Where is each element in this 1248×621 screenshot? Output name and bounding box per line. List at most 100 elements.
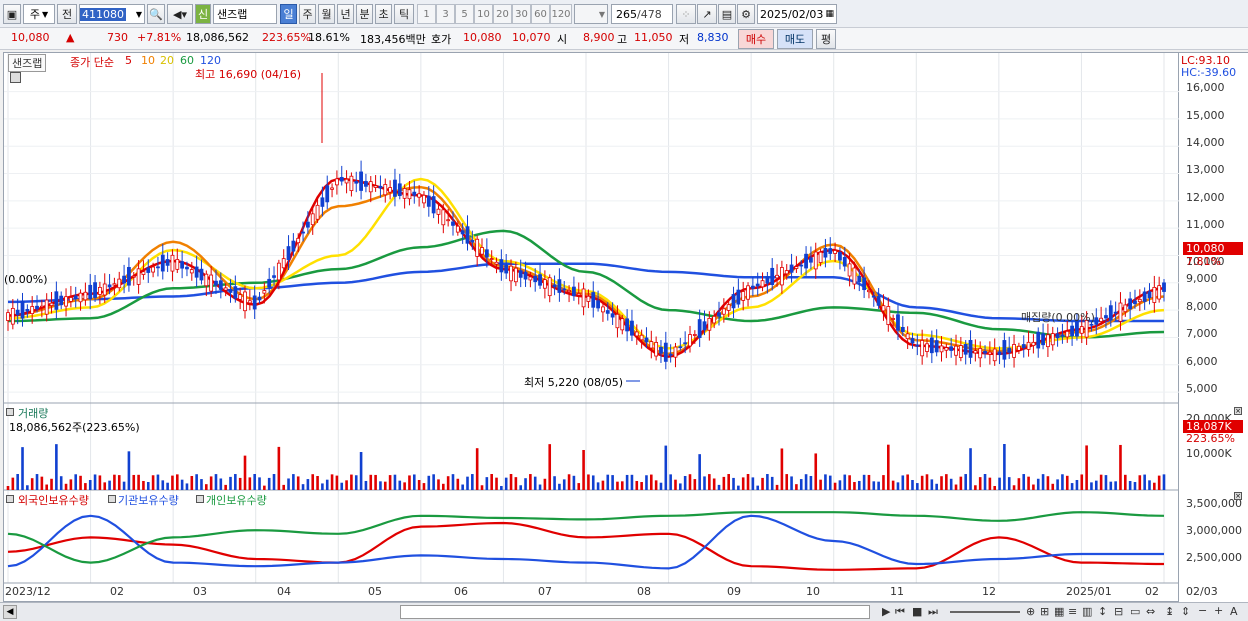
preset-20[interactable]: 20 [493,4,512,24]
buy-button[interactable]: 매수 [738,29,774,49]
volume-bar [55,444,58,490]
calculator-icon[interactable] [10,72,21,83]
candle-body [1060,334,1065,337]
preset-60[interactable]: 60 [531,4,550,24]
zoom-slider[interactable] [950,611,1020,613]
zoom-in-icon[interactable]: ⊕ [1026,605,1035,618]
volume-bar [306,479,310,490]
period-month[interactable]: 월 [318,4,335,24]
forward-icon[interactable]: ⏭ [928,605,938,619]
candle-body [702,321,707,331]
period-tick[interactable]: 틱 [394,4,414,24]
volume-bar [1148,480,1151,490]
gear-icon[interactable]: ⚙ [737,4,755,24]
candle-body [451,221,455,226]
font-size-icon[interactable]: A [1230,605,1238,618]
volume-bar [1027,476,1030,490]
code-input[interactable]: 411080 ▼ [79,4,145,24]
candle-body [88,284,93,300]
candle-body [557,279,562,293]
custom-period-select[interactable]: ▼ [574,4,608,24]
period-day[interactable]: 일 [280,4,297,24]
list-icon[interactable]: ≡ [1068,605,1077,618]
candle-body [156,266,160,269]
candle-body [112,283,117,286]
volume-bar [959,476,963,490]
chart-canvas[interactable] [4,53,1180,603]
expand-icon[interactable]: ⇔ [1146,605,1155,618]
candle-body [973,350,978,354]
scroll-left-icon[interactable]: ◀ [3,605,17,619]
save-icon[interactable]: ▤ [718,4,736,24]
volume-bar [209,476,213,490]
pane-toggle-icon[interactable] [6,495,14,503]
close-pane-icon[interactable]: × [1234,407,1242,415]
bar-count-field[interactable]: 265/478 [611,4,673,24]
period-week[interactable]: 주 [299,4,316,24]
volume-bar [180,479,184,490]
table-icon[interactable]: ▦ [1054,605,1064,618]
candle-body [954,345,958,356]
window-icon[interactable]: ▣ [3,4,21,24]
candle-body [1016,345,1021,351]
volume-bar [683,475,687,490]
dots-icon[interactable]: ⁘ [676,4,696,24]
preset-5[interactable]: 5 [455,4,474,24]
ma-10-label: 10 [141,54,155,67]
draw-icon[interactable]: ↗ [697,4,717,24]
volume-bar [219,478,223,490]
chart-area[interactable] [3,52,1180,603]
vertical-icon[interactable]: ↨ [1165,605,1174,618]
candle-body [905,333,910,340]
preset-30[interactable]: 30 [512,4,531,24]
scroll-thumb[interactable] [400,605,870,619]
speaker-icon[interactable]: ◀▾ [167,4,193,24]
preset-3[interactable]: 3 [436,4,455,24]
candle-body [842,256,847,267]
quote-bar: 10,080 ▲ 730 +7.81% 18,086,562 223.65% 1… [0,28,1248,50]
date-field[interactable]: 2025/02/03 ▦ [757,4,837,24]
balance-button[interactable]: 평 [816,29,836,49]
market-type-select[interactable]: 주 ▼ [23,4,55,24]
pane-toggle-icon[interactable] [6,408,14,416]
preset-120[interactable]: 120 [550,4,572,24]
sell-button[interactable]: 매도 [777,29,813,49]
candle-body [276,262,281,281]
preset-10[interactable]: 10 [474,4,493,24]
grid-icon[interactable]: ▥ [1082,605,1092,618]
stop-icon[interactable]: ■ [912,605,922,618]
volume-bar [766,474,769,490]
candle-body [1104,315,1108,319]
minus-icon[interactable]: − [1198,604,1207,617]
volume-bar [292,474,295,490]
scroll-right-icon[interactable]: ▶ [882,605,890,618]
candle-body [499,259,504,273]
period-year[interactable]: 년 [337,4,354,24]
split-icon[interactable]: ⊟ [1114,605,1123,618]
candle-body [296,237,301,244]
candle-body [1142,291,1147,302]
pane-toggle-icon[interactable] [196,495,204,503]
candle-body [252,295,257,310]
rewind-icon[interactable]: ⏮ [895,605,905,619]
crosshair-icon[interactable]: ⊞ [1040,605,1049,618]
arrows-icon[interactable]: ⇕ [1181,605,1190,618]
volume-bar [964,474,967,490]
layout-icon[interactable]: ▭ [1130,605,1140,618]
plus-icon[interactable]: + [1214,604,1223,617]
preset-1[interactable]: 1 [417,4,436,24]
stock-name-field[interactable]: 샌즈랩 [213,4,277,24]
pane-toggle-icon[interactable] [108,495,116,503]
candle-body [93,282,97,298]
close-pane-icon[interactable]: × [1234,492,1242,500]
new-badge: 신 [195,4,211,24]
period-minute[interactable]: 분 [356,4,373,24]
candle-body [189,269,194,274]
volume-bar [988,477,992,490]
chart-type-icon[interactable]: ↕ [1098,605,1107,618]
scope-button[interactable]: 전 [57,4,77,24]
period-second[interactable]: 초 [375,4,392,24]
legend-foreign: 외국인보유수량 [18,494,89,507]
scroll-bar[interactable]: ◀ ▶ ⏮ ■ ⏭ ⊕ ⊞ ▦ ≡ ▥ ↕ ⊟ ▭ ⇔ ↨ ⇕ − + A [0,602,1248,621]
search-icon[interactable]: 🔍 [147,4,165,24]
